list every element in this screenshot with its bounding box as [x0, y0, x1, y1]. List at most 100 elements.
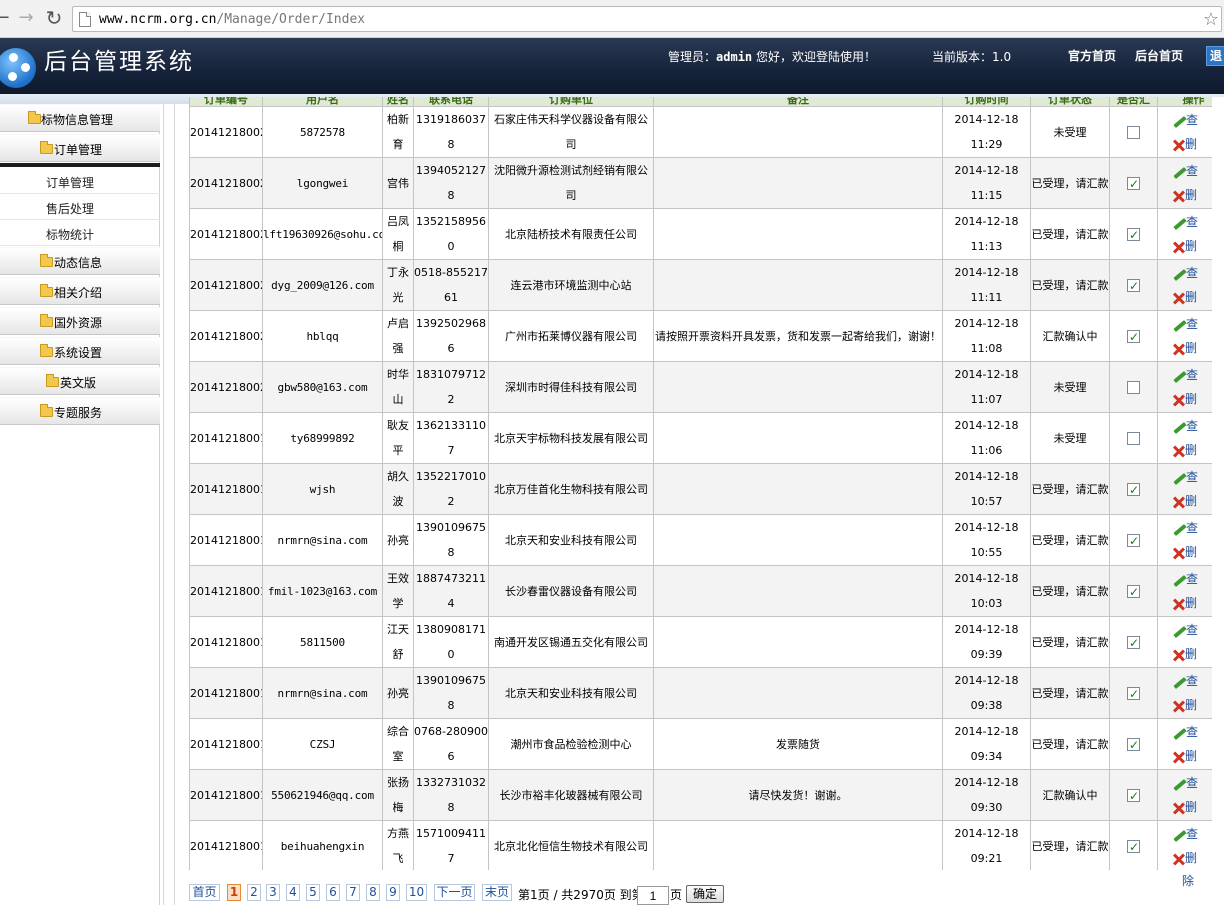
page-link-10[interactable]: 10 — [406, 884, 427, 901]
go-button[interactable]: 确定 — [686, 885, 724, 903]
order-id-cell: 201412180022 — [189, 259, 263, 311]
sidebar-scrollbar[interactable] — [163, 104, 175, 905]
status-cell: 已受理，请汇款 — [1030, 718, 1110, 770]
order-time-cell: 2014-12-18 11:08 — [942, 310, 1031, 362]
company-cell: 北京天宇标物科技发展有限公司 — [488, 412, 654, 464]
order-date: 2014-12-18 — [954, 317, 1019, 330]
sidebar-item-english[interactable]: 英文版 — [0, 367, 160, 395]
page-link-1[interactable]: 1 — [227, 884, 241, 901]
sidebar-item-label: 相关介绍 — [54, 286, 103, 300]
page-link-5[interactable]: 5 — [306, 884, 320, 901]
first-page-link[interactable]: 首页 — [189, 884, 220, 901]
paid-checkbox[interactable] — [1127, 529, 1140, 554]
delete-x-icon — [1172, 649, 1185, 661]
company-cell: 北京陆桥技术有限责任公司 — [488, 208, 654, 260]
page-link-6[interactable]: 6 — [326, 884, 340, 901]
url-path: /Manage/Order/Index — [216, 12, 366, 27]
edit-pencil-icon — [1172, 319, 1186, 331]
admin-greeting: 管理员：admin 您好，欢迎登陆使用！ — [668, 48, 876, 65]
view-label: 查 — [1186, 317, 1199, 331]
order-time-cell: 2014-12-18 11:13 — [942, 208, 1031, 260]
username-cell: nrmrn@sina.com — [262, 667, 383, 719]
paid-checkbox[interactable] — [1127, 223, 1140, 248]
table-row: 201412180022dyg_2009@126.com丁永光0518-8552… — [189, 259, 1224, 311]
trailing-delete-text[interactable]: 除 — [1182, 872, 1194, 889]
order-date: 2014-12-18 — [954, 674, 1019, 687]
folder-icon — [40, 344, 53, 357]
order-id-cell: 201412180011 — [189, 820, 263, 870]
back-arrow-icon[interactable]: ← — [0, 8, 12, 28]
delete-label: 删 — [1185, 443, 1198, 457]
paid-cell — [1109, 361, 1158, 413]
paid-checkbox[interactable] — [1127, 580, 1140, 605]
paid-checkbox[interactable] — [1127, 172, 1140, 197]
admin-name: admin — [716, 50, 753, 64]
reload-icon[interactable]: ↻ — [44, 8, 64, 28]
sidebar-item-special[interactable]: 专题服务 — [0, 397, 160, 425]
next-page-link[interactable]: 下一页 — [434, 884, 475, 901]
sidebar-subitem-statistics[interactable]: 标物统计 — [0, 220, 160, 246]
delete-x-icon — [1172, 394, 1185, 406]
paid-checkbox[interactable] — [1127, 784, 1140, 809]
paid-checkbox[interactable] — [1127, 478, 1140, 503]
paid-checkbox[interactable] — [1127, 682, 1140, 707]
sidebar-item-orders[interactable]: 订单管理 — [0, 134, 160, 162]
forward-arrow-icon[interactable]: → — [16, 8, 36, 28]
phone-cell: 13621331107 — [413, 412, 489, 464]
page-link-9[interactable]: 9 — [386, 884, 400, 901]
username-cell: lgongwei — [262, 157, 383, 209]
delete-x-icon — [1172, 598, 1185, 610]
status-cell: 已受理，请汇款 — [1030, 667, 1110, 719]
edit-pencil-icon — [1172, 115, 1186, 127]
paid-checkbox[interactable] — [1127, 733, 1140, 758]
sidebar-subitem-after-sales[interactable]: 售后处理 — [0, 194, 160, 220]
logout-button[interactable]: 退 — [1206, 46, 1224, 66]
order-time-cell: 2014-12-18 09:30 — [942, 769, 1031, 821]
note-cell — [653, 463, 943, 515]
username-cell: wjsh — [262, 463, 383, 515]
official-home-link[interactable]: 官方首页 — [1068, 47, 1116, 64]
page-link-4[interactable]: 4 — [286, 884, 300, 901]
last-page-link[interactable]: 末页 — [482, 884, 512, 901]
paid-checkbox[interactable] — [1127, 381, 1140, 394]
order-time-cell: 2014-12-18 11:06 — [942, 412, 1031, 464]
sidebar-item-settings[interactable]: 系统设置 — [0, 337, 160, 365]
order-id-cell: 201412180021 — [189, 310, 263, 362]
paid-cell — [1109, 667, 1158, 719]
paid-cell — [1109, 106, 1158, 158]
order-date: 2014-12-18 — [954, 827, 1019, 840]
sidebar-item-foreign[interactable]: 国外资源 — [0, 307, 160, 335]
phone-cell: 13191860378 — [413, 106, 489, 158]
paid-checkbox[interactable] — [1127, 432, 1140, 445]
customer-name-cell: 时华山 — [382, 361, 414, 413]
sidebar-item-about[interactable]: 相关介绍 — [0, 277, 160, 305]
paid-checkbox[interactable] — [1127, 631, 1140, 656]
table-scrollbar[interactable] — [1212, 97, 1224, 870]
orders-table: 订单编号 用户名 姓名 联系电话 订购单位 备注 订购时间 订单状态 是否汇 操… — [189, 97, 1224, 870]
table-row: 201412180011beihuahengxin方燕飞15710094117北… — [189, 820, 1224, 870]
backend-home-link[interactable]: 后台首页 — [1135, 47, 1183, 64]
delete-label: 删 — [1185, 800, 1198, 814]
order-clock: 11:15 — [970, 189, 1003, 202]
page-link-7[interactable]: 7 — [346, 884, 360, 901]
paid-checkbox[interactable] — [1127, 274, 1140, 299]
page-number-input[interactable] — [637, 886, 669, 905]
paid-checkbox[interactable] — [1127, 835, 1140, 860]
paid-checkbox[interactable] — [1127, 325, 1140, 350]
order-time-cell: 2014-12-18 10:55 — [942, 514, 1031, 566]
bookmark-star-icon[interactable]: ☆ — [1203, 9, 1219, 30]
view-label: 查 — [1186, 521, 1199, 535]
delete-label: 删 — [1185, 647, 1198, 661]
view-label: 查 — [1186, 164, 1199, 178]
order-date: 2014-12-18 — [954, 623, 1019, 636]
sidebar-subitem-order-manage[interactable]: 订单管理 — [0, 168, 160, 194]
sidebar-item-news[interactable]: 动态信息 — [0, 247, 160, 275]
delete-label: 删 — [1185, 851, 1198, 865]
paid-checkbox[interactable] — [1127, 126, 1140, 139]
page-link-8[interactable]: 8 — [366, 884, 380, 901]
address-bar[interactable]: www.ncrm.org.cn/Manage/Order/Index ☆ — [72, 6, 1222, 32]
page-link-2[interactable]: 2 — [247, 884, 261, 901]
customer-name-cell: 方燕飞 — [382, 820, 414, 870]
page-link-3[interactable]: 3 — [266, 884, 280, 901]
sidebar-item-reference-material[interactable]: 标物信息管理 — [0, 104, 160, 132]
